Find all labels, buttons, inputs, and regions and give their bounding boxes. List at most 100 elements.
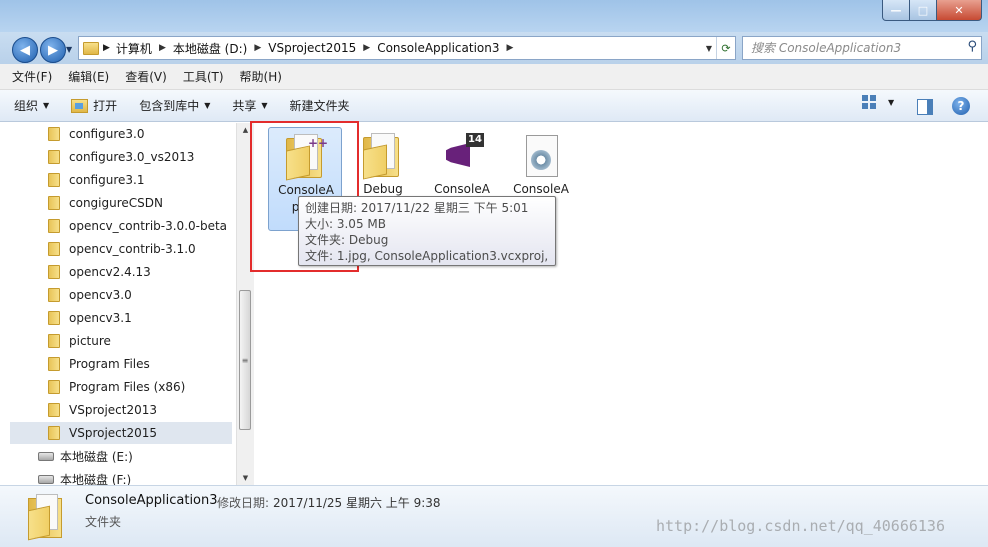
close-button[interactable]: ✕ [937,0,982,21]
folder-icon [48,242,60,256]
tooltip-size: 大小: 3.05 MB [305,217,386,231]
project-folder-icon [26,492,66,541]
window-controls: — □ ✕ [882,0,982,22]
tree-item[interactable]: opencv_contrib-3.1.0 [10,238,232,260]
tree-item[interactable]: opencv3.1 [10,307,232,329]
chevron-right-icon[interactable]: ▶ [103,43,110,53]
tree-item[interactable]: opencv3.0 [10,284,232,306]
tooltip-folders: 文件夹: Debug [305,233,389,247]
folder-info-tooltip: 创建日期: 2017/11/22 星期三 下午 5:01 大小: 3.05 MB… [298,196,556,266]
tree-item-label: configure3.1 [69,173,145,187]
chevron-right-icon[interactable]: ▶ [363,43,370,53]
folder-icon [48,357,60,371]
tree-item[interactable]: congigureCSDN [10,192,232,214]
share-label: 共享 [232,99,257,113]
details-modified-label: 修改日期: [217,496,270,510]
chevron-down-icon: ▼ [261,101,268,110]
scroll-down-icon[interactable]: ▼ [237,471,254,485]
forward-button[interactable]: ▶ [40,37,66,63]
tree-item-label: configure3.0 [69,127,145,141]
views-icon [862,95,876,109]
tree-item[interactable]: configure3.0 [10,123,232,145]
tree-item-drive[interactable]: 本地磁盘 (F:) [10,468,232,485]
search-input[interactable] [749,40,963,56]
search-icon[interactable]: ⚲ [967,39,977,54]
address-bar[interactable]: ▶ 计算机 ▶ 本地磁盘 (D:) ▶ VSproject2015 ▶ Console… [78,36,736,60]
help-icon: ? [952,97,970,115]
tree-item[interactable]: VSproject2013 [10,399,232,421]
tree-item-label: 本地磁盘 (F:) [60,472,132,486]
chevron-down-icon: ▼ [204,101,211,110]
include-label: 包含到库中 [139,99,200,113]
back-arrow-icon: ◀ [20,42,30,58]
breadcrumb-consoleapplication3[interactable]: ConsoleApplication3 [377,41,499,55]
tree-item[interactable]: Program Files [10,353,232,375]
share-button[interactable]: 共享 ▼ [232,97,267,114]
details-name: ConsoleApplication3 [85,493,218,508]
breadcrumb-vsproject2015[interactable]: VSproject2015 [268,41,356,55]
help-button[interactable]: ? [952,97,970,115]
minimize-button[interactable]: — [882,0,910,21]
breadcrumb: 计算机 ▶ 本地磁盘 (D:) ▶ VSproject2015 ▶ ConsoleAp… [116,40,521,57]
details-type: 文件夹 [85,515,122,529]
tree-item[interactable]: opencv2.4.13 [10,261,232,283]
tree-item-label: 本地磁盘 (E:) [60,449,133,464]
drive-icon [38,451,54,461]
breadcrumb-drive-d[interactable]: 本地磁盘 (D:) [173,40,247,57]
tree-item[interactable]: opencv_contrib-3.0.0-beta [10,215,232,237]
tree-item-label: VSproject2015 [69,426,158,440]
back-button[interactable]: ◀ [12,37,38,63]
tree-item-label: configure3.0_vs2013 [69,150,195,164]
folder-icon [48,311,60,325]
new-folder-label: 新建文件夹 [289,99,350,113]
recent-pages-chevron-icon[interactable]: ▼ [66,45,72,54]
tree-item[interactable]: picture [10,330,232,352]
menu-file[interactable]: 文件(F) [12,68,52,85]
menu-bar: 文件(F) 编辑(E) 查看(V) 工具(T) 帮助(H) [0,64,988,90]
address-history-chevron-icon[interactable]: ▼ [701,37,717,59]
maximize-button[interactable]: □ [910,0,937,21]
project-settings-file-icon [526,135,558,177]
open-button[interactable]: 打开 [71,97,117,114]
chevron-down-icon[interactable]: ▼ [888,98,894,107]
menu-view[interactable]: 查看(V) [125,68,167,85]
tooltip-created: 创建日期: 2017/11/22 星期三 下午 5:01 [305,201,529,215]
tree-item-label: opencv_contrib-3.1.0 [69,242,196,256]
command-bar: 组织 ▼ 打开 包含到库中 ▼ 共享 ▼ 新建文件夹 ▼ ? [0,90,988,122]
tree-item[interactable]: configure3.0_vs2013 [10,146,232,168]
forward-arrow-icon: ▶ [48,42,58,58]
tree-item-label: opencv3.0 [69,288,132,302]
refresh-icon[interactable]: ⟳ [716,37,735,59]
tree-item[interactable]: configure3.1 [10,169,232,191]
chevron-right-icon[interactable]: ▶ [159,43,166,53]
menu-help[interactable]: 帮助(H) [240,68,282,85]
organize-button[interactable]: 组织 ▼ [14,97,49,114]
tree-item-drive[interactable]: 本地磁盘 (E:) [10,445,232,467]
drive-icon [38,474,54,484]
search-box[interactable]: ⚲ [742,36,982,60]
new-folder-button[interactable]: 新建文件夹 [290,97,350,114]
tree-item-label: opencv_contrib-3.0.0-beta [69,219,228,233]
breadcrumb-computer[interactable]: 计算机 [116,40,152,57]
chevron-down-icon: ▼ [43,101,50,110]
folder-icon [48,173,60,187]
tree-item-label: Program Files [69,357,150,371]
tree-item-selected[interactable]: VSproject2015 [10,422,232,444]
navigation-pane: configure3.0 configure3.0_vs2013 configu… [0,123,236,485]
watermark: http://blog.csdn.net/qq_40666136 [656,517,945,535]
folder-icon [48,380,60,394]
chevron-right-icon[interactable]: ▶ [507,43,514,53]
menu-edit[interactable]: 编辑(E) [68,68,109,85]
change-view-button[interactable]: ▼ [862,95,894,109]
include-in-library-button[interactable]: 包含到库中 ▼ [139,97,210,114]
folder-icon [48,127,60,141]
preview-pane-button[interactable] [917,99,933,115]
menu-tools[interactable]: 工具(T) [183,68,224,85]
open-folder-icon [71,98,89,113]
folder-icon [48,196,60,210]
tree-item[interactable]: Program Files (x86) [10,376,232,398]
folder-icon [48,150,60,164]
tree-item-label: picture [69,334,111,348]
scrollbar-thumb[interactable]: ≡ [239,290,251,430]
chevron-right-icon[interactable]: ▶ [254,43,261,53]
